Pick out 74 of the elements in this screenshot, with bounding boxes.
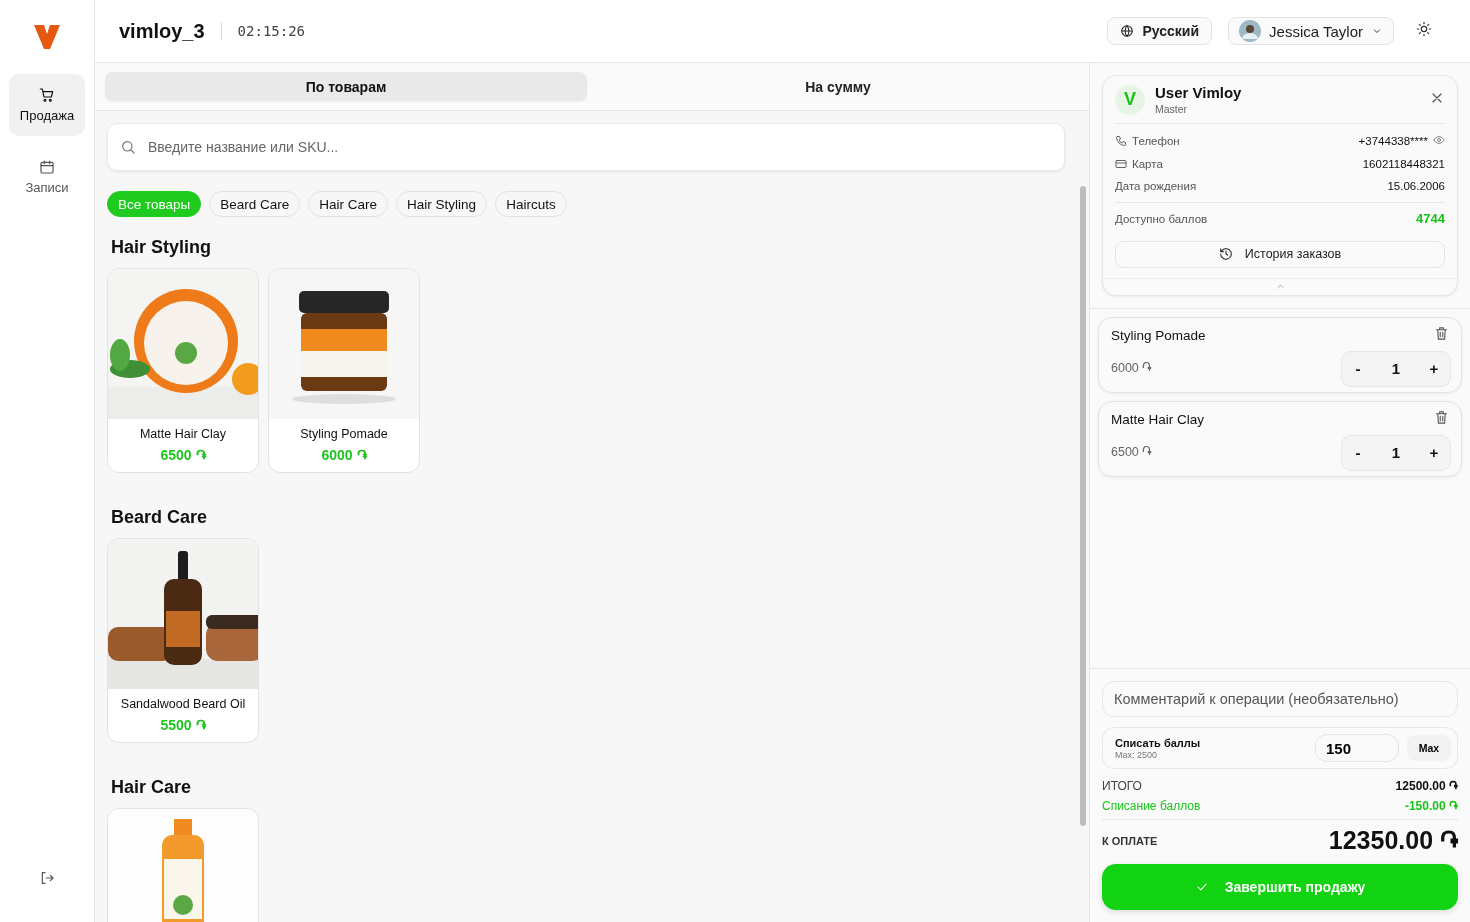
product-price: 6500 ֏ (160, 447, 206, 464)
quantity-value: 1 (1390, 360, 1402, 377)
session-timer: 02:15:26 (237, 23, 306, 39)
client-name: User Vimloy (1155, 84, 1242, 101)
category-chip[interactable]: Beard Care (209, 191, 301, 217)
trash-icon[interactable] (1434, 409, 1449, 425)
workspace-title: vimloy_3 (119, 19, 205, 43)
scrollbar[interactable] (1080, 186, 1086, 826)
sun-icon[interactable] (1416, 21, 1432, 37)
client-initial: V (1115, 84, 1145, 115)
client-role: Master (1155, 103, 1189, 115)
cart-item-name: Styling Pomade (1111, 327, 1207, 343)
product-card[interactable]: Sandalwood Beard Oil 5500 ֏ (107, 538, 259, 743)
search-input[interactable]: Введите название или SKU... (146, 138, 1052, 156)
category-chip[interactable]: Hair Styling (396, 191, 488, 217)
section-title: Hair Styling (111, 237, 213, 258)
product-name: Matte Hair Clay (139, 427, 227, 441)
cart-item-price: 6500 ֏ (1111, 445, 1153, 460)
field-label: Дата рождения (1115, 180, 1197, 193)
phone-icon (1115, 135, 1127, 148)
cart-icon (39, 87, 55, 103)
cart-item-price: 6000 ֏ (1111, 361, 1153, 376)
field-label: Карта (1132, 157, 1163, 170)
globe-icon (1120, 24, 1135, 38)
logo-icon (33, 24, 61, 50)
total-value: -150.00 ֏ (1404, 799, 1458, 813)
product-price: 6000 ֏ (321, 447, 367, 464)
sidebar-item[interactable]: Продажа (9, 74, 85, 136)
search-field[interactable]: Введите название или SKU... (107, 123, 1065, 171)
total-value: 12500.00 ֏ (1395, 779, 1458, 793)
field-value: +3744338**** (1358, 135, 1428, 148)
total-label: ИТОГО (1102, 779, 1142, 793)
eye-icon[interactable] (1433, 134, 1445, 147)
cart-item-name: Matte Hair Clay (1111, 411, 1206, 427)
order-history-button[interactable]: История заказов (1115, 240, 1445, 268)
user-menu-button[interactable]: Jessica Taylor (1228, 17, 1394, 45)
decrement-button[interactable]: - (1342, 359, 1374, 378)
category-chip[interactable]: Hair Care (308, 191, 389, 217)
field-value: 1602118448321 (1362, 157, 1445, 170)
product-card[interactable]: Matte Hair Clay 6500 ֏ (107, 268, 259, 473)
max-button[interactable]: Max (1407, 735, 1451, 761)
points-value: 4744 (1416, 211, 1445, 226)
increment-button[interactable]: + (1418, 359, 1450, 378)
calendar-icon (39, 159, 55, 175)
quantity-value: 1 (1390, 444, 1402, 461)
avatar-icon (1239, 20, 1262, 42)
logout-icon[interactable] (39, 870, 55, 886)
sidebar-item[interactable]: Записи (9, 146, 85, 208)
section-title: Beard Care (111, 507, 209, 528)
card-icon (1115, 157, 1127, 170)
points-input[interactable]: 150 (1315, 734, 1399, 762)
history-icon (1218, 247, 1233, 261)
product-name: Styling Pomade (300, 427, 388, 441)
search-icon (120, 139, 136, 155)
amount-due-label: К ОПЛАТЕ (1102, 835, 1158, 847)
product-card[interactable]: Styling Pomade 6000 ֏ (268, 268, 420, 473)
product-name: Sandalwood Beard Oil (120, 697, 246, 711)
amount-due-value: 12350.00 ֏ (1328, 826, 1458, 856)
trash-icon[interactable] (1434, 325, 1449, 341)
field-label: Телефон (1132, 135, 1180, 148)
redeem-label: Списать баллы (1115, 736, 1201, 749)
total-label: Списание баллов (1102, 799, 1201, 813)
section-title: Hair Care (111, 777, 193, 798)
field-value: 15.06.2006 (1387, 180, 1445, 193)
decrement-button[interactable]: - (1342, 443, 1374, 462)
language-button[interactable]: Русский (1107, 17, 1213, 45)
increment-button[interactable]: + (1418, 443, 1450, 462)
points-label: Доступно баллов (1115, 212, 1208, 225)
category-chip[interactable]: Haircuts (495, 191, 567, 217)
redeem-hint: Max: 2500 (1115, 749, 1159, 760)
tab[interactable]: На сумму (597, 72, 1079, 101)
tab[interactable]: По товарам (105, 72, 587, 101)
comment-field[interactable]: Комментарий к операции (необязательно) (1102, 681, 1458, 717)
product-price: 5500 ֏ (160, 717, 206, 734)
